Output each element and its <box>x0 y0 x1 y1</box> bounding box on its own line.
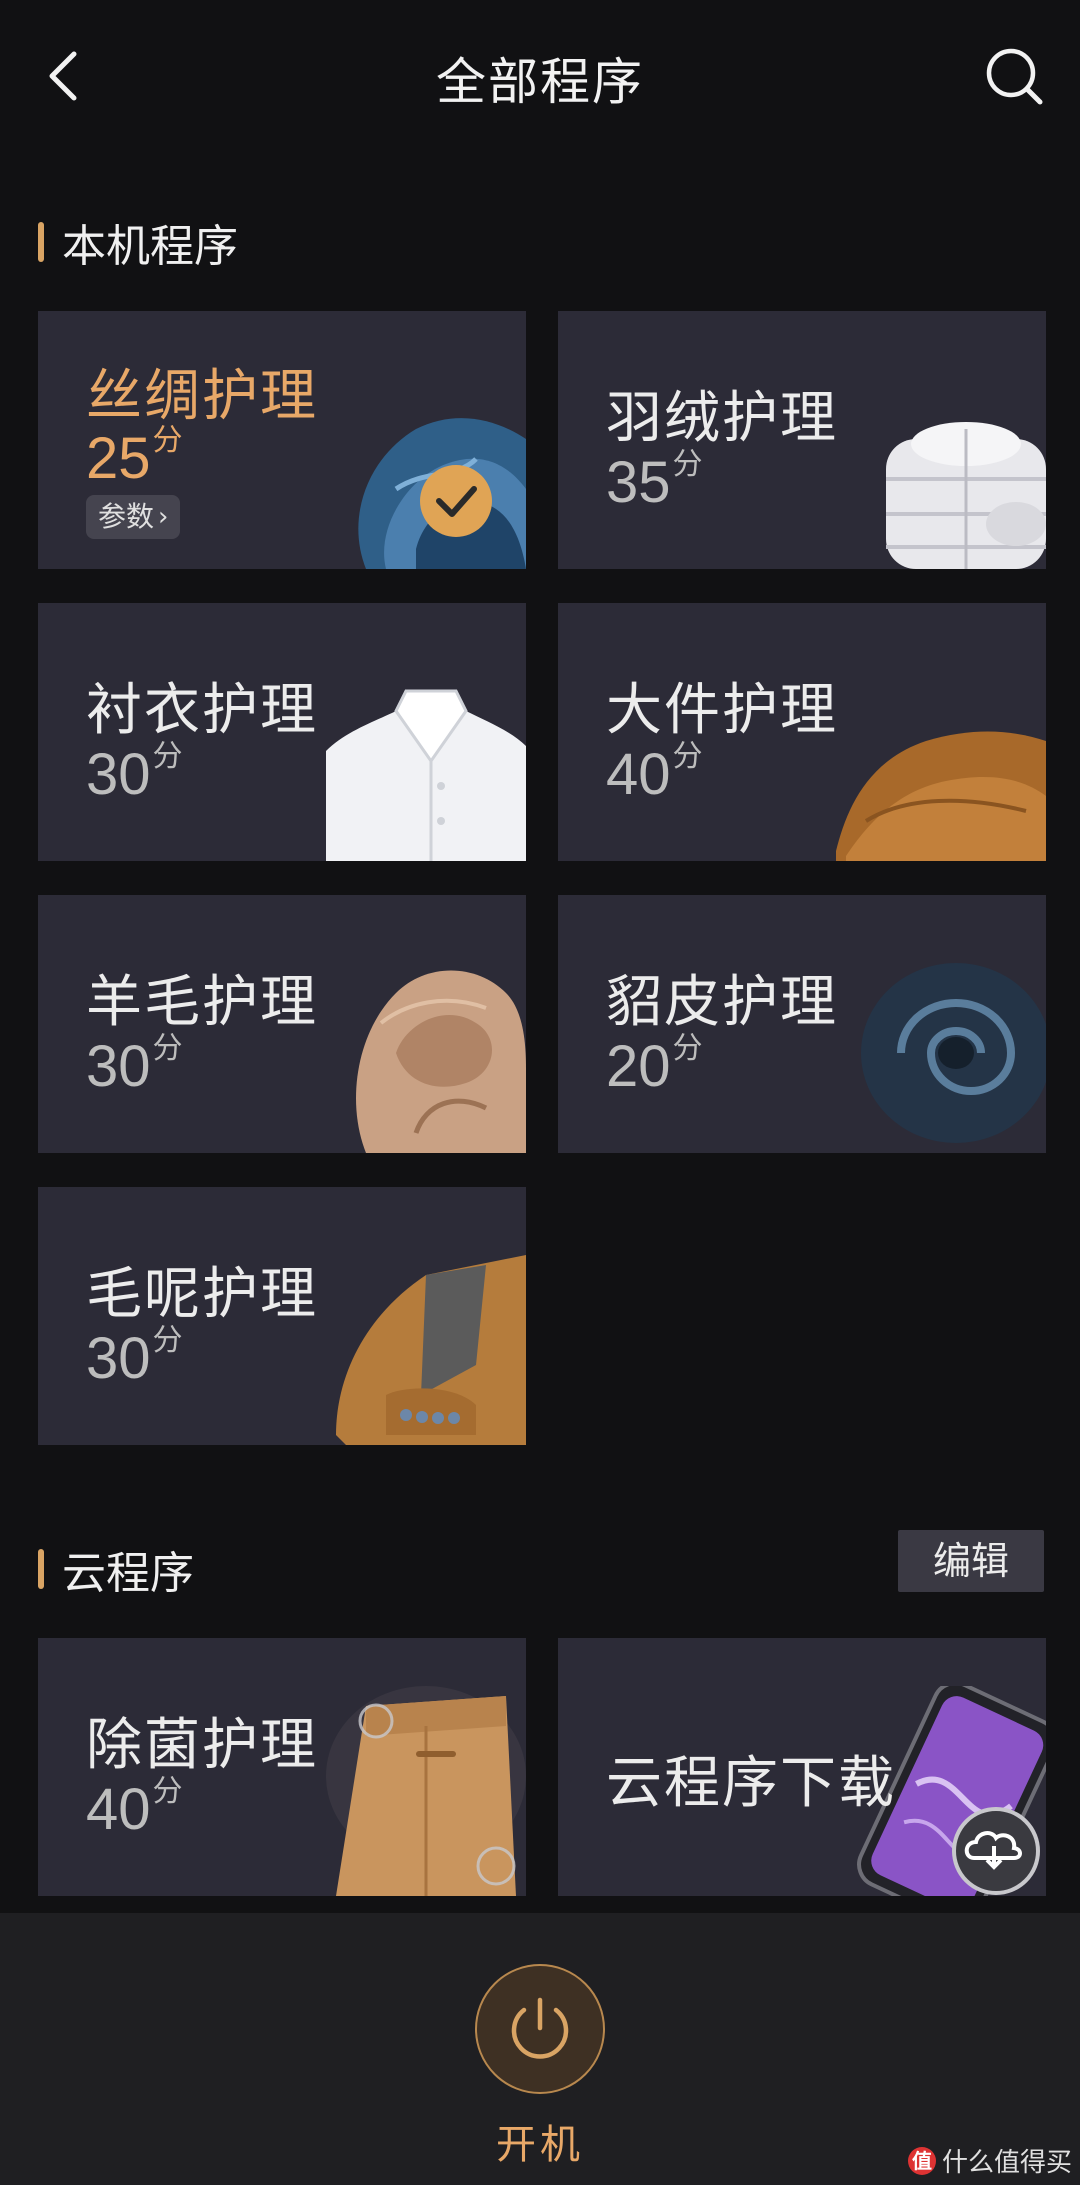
down-jacket-image <box>886 422 1046 569</box>
silk-image <box>358 418 526 569</box>
params-button[interactable]: 参数 › <box>86 495 181 539</box>
program-card-silk[interactable]: 丝绸护理 25分 参数 › <box>38 311 526 569</box>
program-time: 25分 <box>86 423 183 491</box>
trousers-image <box>326 1686 526 1896</box>
program-card-down[interactable]: 羽绒护理 35分 <box>558 311 1046 569</box>
search-icon <box>986 48 1043 105</box>
program-card-shirt[interactable]: 衬衣护理 30分 <box>38 603 526 861</box>
program-time: 30分 <box>86 739 183 807</box>
watermark-logo: 值 <box>907 2146 936 2175</box>
blanket-image <box>836 731 1046 861</box>
cloud-download-label: 云程序下载 <box>606 1751 896 1816</box>
program-card-large[interactable]: 大件护理 40分 <box>558 603 1046 861</box>
program-time: 30分 <box>86 1031 183 1099</box>
section-local: 本机程序 <box>38 210 238 274</box>
search-button[interactable] <box>984 46 1044 106</box>
section-cloud-title: 云程序 <box>62 1548 194 1599</box>
program-card-sterilize[interactable]: 除菌护理 40分 <box>38 1638 526 1896</box>
program-time: 35分 <box>606 447 703 515</box>
fur-image <box>861 963 1046 1143</box>
coat-image <box>336 1255 526 1445</box>
program-card-woolen[interactable]: 毛呢护理 30分 <box>38 1187 526 1445</box>
power-button[interactable] <box>475 1964 605 2094</box>
program-card-fur[interactable]: 貂皮护理 20分 <box>558 895 1046 1153</box>
program-time: 40分 <box>86 1774 183 1842</box>
wool-scarf-image <box>356 970 526 1153</box>
chevron-right-icon: › <box>158 502 169 532</box>
program-time: 20分 <box>606 1031 703 1099</box>
watermark: 值 什么值得买 <box>907 2142 1072 2179</box>
power-icon <box>511 1997 569 2059</box>
section-accent-bar <box>38 1549 44 1589</box>
edit-button[interactable]: 编辑 <box>898 1530 1044 1592</box>
top-bar: 全部程序 <box>0 0 1080 150</box>
program-time: 40分 <box>606 739 703 807</box>
watermark-text: 什么值得买 <box>941 2148 1072 2178</box>
section-cloud: 云程序 <box>38 1537 194 1601</box>
section-accent-bar <box>38 222 44 262</box>
params-label: 参数 <box>98 500 155 533</box>
section-local-title: 本机程序 <box>62 221 238 272</box>
program-time: 30分 <box>86 1323 183 1391</box>
shirt-image <box>326 689 526 861</box>
page-title: 全部程序 <box>436 53 644 111</box>
program-card-wool[interactable]: 羊毛护理 30分 <box>38 895 526 1153</box>
cloud-download-card[interactable]: 云程序下载 <box>558 1638 1046 1896</box>
